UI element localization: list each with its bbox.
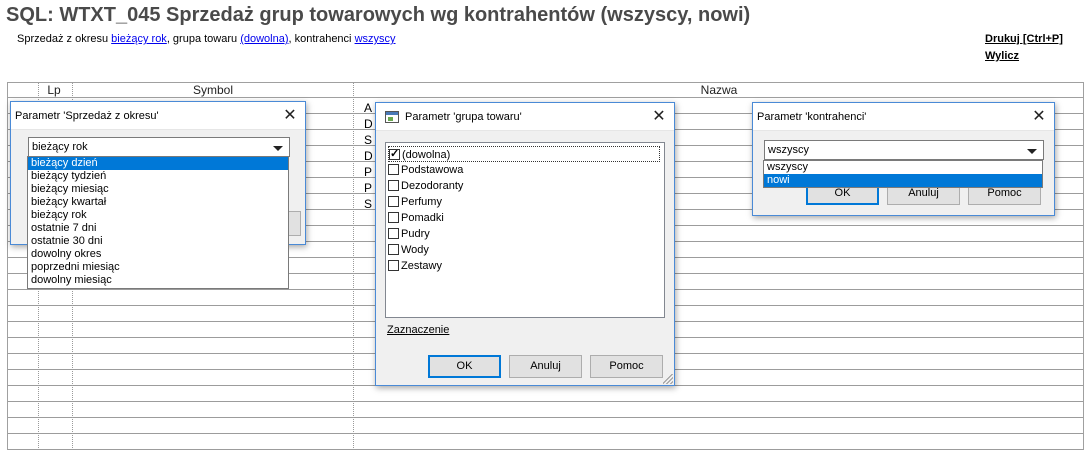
grid-header: Lp Symbol Nazwa bbox=[8, 83, 1083, 98]
checkbox[interactable] bbox=[388, 228, 399, 239]
contractors-select[interactable]: wszyscy bbox=[764, 140, 1044, 160]
checkbox[interactable] bbox=[388, 244, 399, 255]
column-divider bbox=[353, 83, 354, 450]
group-item-label: Zestawy bbox=[401, 260, 442, 272]
group-item[interactable]: Pudry bbox=[388, 226, 660, 242]
resize-grip-icon[interactable] bbox=[663, 374, 673, 384]
group-item[interactable]: (dowolna) bbox=[388, 146, 660, 162]
period-dialog-title: Parametr 'Sprzedaż z okresu' bbox=[15, 110, 159, 122]
chevron-down-icon[interactable] bbox=[273, 146, 283, 151]
group-item-label: Pudry bbox=[401, 228, 430, 240]
group-link[interactable]: (dowolna) bbox=[240, 33, 288, 45]
period-option[interactable]: bieżący tydzień bbox=[28, 170, 288, 183]
ok-button[interactable]: OK bbox=[428, 355, 501, 378]
group-item-label: Pomadki bbox=[401, 212, 444, 224]
group-item-label: Podstawowa bbox=[401, 164, 464, 176]
group-item[interactable]: Wody bbox=[388, 242, 660, 258]
help-button[interactable]: Pomoc bbox=[590, 355, 663, 378]
contractors-option[interactable]: wszyscy bbox=[764, 161, 1042, 174]
cell-name: A bbox=[364, 101, 373, 115]
period-dropdown-list[interactable]: bieżący dzień bieżący tydzień bieżący mi… bbox=[27, 156, 289, 289]
period-select-value: bieżący rok bbox=[32, 141, 88, 153]
group-item[interactable]: Dezodoranty bbox=[388, 178, 660, 194]
column-header-nazwa[interactable]: Nazwa bbox=[354, 83, 1084, 97]
period-option[interactable]: bieżący kwartał bbox=[28, 196, 288, 209]
contractors-dialog-titlebar: Parametr 'kontrahenci' ✕ bbox=[753, 103, 1054, 131]
period-option[interactable]: ostatnie 7 dni bbox=[28, 222, 288, 235]
chevron-down-icon[interactable] bbox=[1027, 149, 1037, 154]
application-icon bbox=[385, 111, 399, 123]
period-option[interactable]: bieżący rok bbox=[28, 209, 288, 222]
contractors-select-value: wszyscy bbox=[768, 144, 809, 156]
group-item-label: (dowolna) bbox=[402, 149, 451, 161]
contractors-option[interactable]: nowi bbox=[764, 174, 1042, 187]
group-item[interactable]: Zestawy bbox=[388, 258, 660, 274]
parameters-summary: Sprzedaż z okresu bieżący rok, grupa tow… bbox=[17, 33, 396, 45]
contractors-dialog: Parametr 'kontrahenci' ✕ wszyscy OK Anul… bbox=[752, 102, 1055, 216]
cell-name: S bbox=[364, 197, 373, 211]
group-item-label: Dezodoranty bbox=[401, 180, 464, 192]
group-dialog: Parametr 'grupa towaru' ✕ (dowolna) Pods… bbox=[375, 102, 675, 386]
close-icon[interactable]: ✕ bbox=[1028, 106, 1050, 128]
cell-name: P bbox=[364, 181, 373, 195]
period-option[interactable]: dowolny okres bbox=[28, 248, 288, 261]
period-option[interactable]: ostatnie 30 dni bbox=[28, 235, 288, 248]
contractors-link[interactable]: wszyscy bbox=[355, 33, 396, 45]
cell-name: D bbox=[364, 117, 373, 131]
contractors-dialog-title: Parametr 'kontrahenci' bbox=[757, 111, 867, 123]
page-title: SQL: WTXT_045 Sprzedaż grup towarowych w… bbox=[6, 4, 751, 26]
column-header-lp[interactable]: Lp bbox=[38, 83, 70, 97]
group-item[interactable]: Podstawowa bbox=[388, 162, 660, 178]
period-prefix: Sprzedaż z okresu bbox=[17, 33, 109, 45]
group-prefix: , grupa towaru bbox=[166, 33, 238, 45]
period-option[interactable]: dowolny miesiąc bbox=[28, 274, 288, 287]
checkbox[interactable] bbox=[388, 180, 399, 191]
checkbox[interactable] bbox=[388, 196, 399, 207]
period-option[interactable]: poprzedni miesiąc bbox=[28, 261, 288, 274]
contractors-dropdown-list[interactable]: wszyscy nowi bbox=[763, 160, 1043, 188]
print-link[interactable]: Drukuj [Ctrl+P] bbox=[985, 33, 1063, 45]
period-option[interactable]: bieżący dzień bbox=[28, 157, 288, 170]
cell-name: P bbox=[364, 165, 373, 179]
calculate-link[interactable]: Wylicz bbox=[985, 50, 1019, 62]
group-checklist[interactable]: (dowolna) Podstawowa Dezodoranty Perfumy… bbox=[385, 142, 665, 318]
checkbox[interactable] bbox=[388, 212, 399, 223]
cell-name: S bbox=[364, 133, 373, 147]
cancel-button[interactable]: Anuluj bbox=[509, 355, 582, 378]
group-item[interactable]: Perfumy bbox=[388, 194, 660, 210]
group-dialog-title: Parametr 'grupa towaru' bbox=[405, 111, 522, 123]
close-icon[interactable]: ✕ bbox=[279, 105, 301, 127]
period-link[interactable]: bieżący rok bbox=[111, 33, 167, 45]
group-dialog-titlebar: Parametr 'grupa towaru' ✕ bbox=[376, 103, 674, 131]
group-item[interactable]: Pomadki bbox=[388, 210, 660, 226]
contractors-prefix: , kontrahenci bbox=[288, 33, 352, 45]
column-header-symbol[interactable]: Symbol bbox=[74, 83, 352, 97]
period-dialog-titlebar: Parametr 'Sprzedaż z okresu' ✕ bbox=[11, 102, 305, 130]
period-select[interactable]: bieżący rok bbox=[28, 137, 290, 157]
close-icon[interactable]: ✕ bbox=[648, 106, 670, 128]
checkbox[interactable] bbox=[388, 164, 399, 175]
checkbox-checked[interactable] bbox=[389, 147, 400, 160]
selection-link[interactable]: Zaznaczenie bbox=[387, 324, 449, 336]
group-item-label: Perfumy bbox=[401, 196, 442, 208]
period-option[interactable]: bieżący miesiąc bbox=[28, 183, 288, 196]
checkbox[interactable] bbox=[388, 260, 399, 271]
group-item-label: Wody bbox=[401, 244, 429, 256]
cell-name: D bbox=[364, 149, 373, 163]
